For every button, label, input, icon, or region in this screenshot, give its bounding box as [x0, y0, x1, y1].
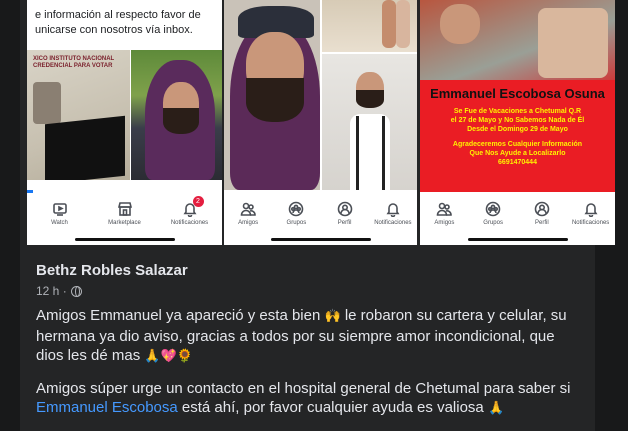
post-paragraph-2: Amigos súper urge un contacto en el hosp…	[36, 379, 581, 419]
home-indicator	[74, 238, 175, 241]
nav-marketplace[interactable]: Marketplace	[103, 200, 147, 226]
groups-icon	[287, 200, 305, 218]
nav-label: Grupos	[483, 220, 503, 226]
home-indicator	[467, 238, 568, 241]
id-card-photo: XICO INSTITUTO NACIONAL CREDENCIAL PARA …	[27, 50, 130, 180]
bell-icon	[582, 200, 600, 218]
flyer-line-5: Que Nos Ayude a Localizarlo	[469, 150, 566, 157]
post-card: e información al respecto favor de unica…	[20, 0, 615, 431]
bell-icon: 2	[181, 196, 204, 218]
nav-label: Notificaciones	[170, 220, 209, 226]
post-timestamp[interactable]: 12 h ·	[36, 284, 67, 298]
notification-badge: 2	[192, 196, 204, 207]
nav-friends[interactable]: Amigos	[226, 200, 270, 226]
nav-profile[interactable]: Perfil	[323, 200, 367, 226]
progress-indicator	[27, 190, 33, 193]
flyer-phone: 6691470444	[498, 159, 537, 166]
nav-label: Perfil	[337, 220, 352, 226]
message-line-1: e información al respecto favor de	[35, 9, 201, 21]
post-author[interactable]: Bethz Robles Salazar	[36, 262, 188, 279]
flyer-photos	[420, 0, 615, 80]
post-body: Amigos Emmanuel ya apareció y esta bien …	[36, 306, 581, 431]
nav-groups[interactable]: Grupos	[274, 200, 318, 226]
text-segment: Amigos Emmanuel ya apareció y esta bien	[36, 307, 325, 324]
nav-groups[interactable]: Grupos	[471, 200, 515, 226]
id-card-face	[33, 82, 61, 124]
redaction-scribble	[45, 115, 125, 180]
globe-icon	[70, 285, 82, 297]
raised-hands-icon: 🙌	[324, 309, 341, 324]
flyer-line-4: Agradeceremos Cualquier Información	[452, 141, 583, 148]
nav-label: Amigos	[238, 220, 259, 226]
profile-icon	[533, 200, 551, 218]
id-card-text: XICO INSTITUTO NACIONAL CREDENCIAL PARA …	[33, 56, 115, 69]
home-indicator	[270, 238, 371, 241]
mention-link[interactable]: Emmanuel Escobosa	[36, 399, 178, 416]
nav-label: Marketplace	[108, 220, 141, 226]
friends-icon	[239, 200, 257, 218]
nav-profile[interactable]: Perfil	[520, 200, 564, 226]
post-paragraph-1: Amigos Emmanuel ya apareció y esta bien …	[36, 306, 581, 367]
collage-image-1[interactable]: e información al respecto favor de unica…	[27, 0, 222, 245]
flyer-name: Emmanuel Escobosa Osuna	[430, 86, 605, 101]
praying-hands-icon: 🙏	[487, 401, 505, 416]
beach-photo	[322, 0, 417, 52]
selfie-photo-1	[131, 50, 222, 180]
selfie-photo-2	[224, 0, 320, 190]
flyer-line-3: Desde el Domingo 29 de Mayo	[467, 126, 568, 133]
bell-icon	[384, 200, 402, 218]
text-segment: Amigos súper urge un contacto en el hosp…	[36, 379, 571, 397]
marketplace-icon	[116, 200, 134, 218]
bottom-nav-1: Watch Marketplace 2 Notificaciones	[27, 194, 222, 236]
nav-notifications[interactable]: 2 Notificaciones	[168, 196, 212, 226]
nav-label: Perfil	[535, 220, 549, 226]
friends-icon	[435, 200, 453, 218]
text-segment: está ahí, por favor cualquier ayuda es v…	[177, 399, 488, 416]
nav-watch[interactable]: Watch	[38, 200, 82, 226]
bottom-nav-2: Amigos Grupos Perfil Notificaciones	[224, 194, 417, 236]
standing-photo	[322, 54, 417, 190]
nav-label: Amigos	[434, 220, 455, 226]
collage-image-3[interactable]: Emmanuel Escobosa Osuna Se Fue de Vacaci…	[420, 0, 615, 245]
nav-label: Notificaciones	[571, 220, 610, 226]
nav-friends[interactable]: Amigos	[422, 200, 466, 226]
groups-icon	[484, 200, 502, 218]
watch-icon	[51, 200, 69, 218]
missing-person-flyer: Emmanuel Escobosa Osuna Se Fue de Vacaci…	[420, 80, 615, 192]
nav-label: Grupos	[286, 220, 307, 226]
profile-icon	[336, 200, 354, 218]
nav-notifications[interactable]: Notificaciones	[569, 200, 613, 226]
flyer-line-2: el 27 de Mayo y No Sabemos Nada de Él	[450, 117, 585, 124]
flyer-line-1: Se Fue de Vacaciones a Chetumal Q.R	[453, 108, 582, 115]
post-meta: 12 h ·	[36, 284, 82, 298]
bottom-nav-3: Amigos Grupos Perfil Notificaciones	[420, 194, 615, 236]
collage-image-2[interactable]: Amigos Grupos Perfil Notificaciones	[224, 0, 417, 245]
message-snippet: e información al respecto favor de unica…	[27, 0, 222, 46]
message-line-2: unicarse con nosotros vía inbox.	[35, 24, 193, 36]
nav-notifications[interactable]: Notificaciones	[371, 200, 415, 226]
emoji-group-icon: 🙏💖🌻	[144, 349, 193, 364]
nav-label: Notificaciones	[374, 220, 412, 226]
nav-label: Watch	[51, 220, 68, 226]
